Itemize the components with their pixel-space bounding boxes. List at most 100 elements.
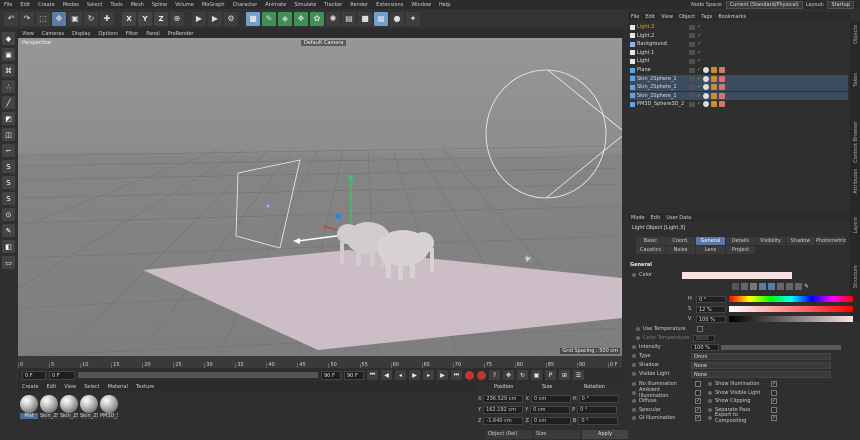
prev-frame-icon[interactable]: ◂ [395,370,406,380]
value-field[interactable]: 100 % [696,315,726,323]
param-key-icon[interactable]: P [545,370,556,380]
viewport[interactable]: ✳ Perspective Default Camera Grid Spacin… [18,38,622,356]
axis-mode-icon[interactable]: ⊙ [2,208,15,221]
lock-workplane-icon[interactable]: ▭ [2,256,15,269]
enabled-check-icon[interactable]: ✓ [697,41,701,47]
menu-modes[interactable]: Modes [59,2,83,8]
checkbox[interactable] [771,406,777,413]
polygons-mode-icon[interactable]: ◩ [2,112,15,125]
tab-project[interactable]: Project [726,246,755,254]
layer-icon[interactable] [689,93,695,99]
enabled-check-icon[interactable]: ✓ [697,84,701,90]
coordinate-system-icon[interactable]: ⊕ [170,11,184,26]
wheel-icon[interactable] [732,283,739,290]
material-menu-texture[interactable]: Texture [132,384,158,390]
side-tab-layers[interactable]: Layers [853,217,859,234]
points-mode-icon[interactable]: ∴ [2,80,15,93]
prev-key-icon[interactable]: ◀ [381,370,392,380]
camera-label[interactable]: Default Camera [301,40,347,46]
checkbox[interactable] [695,389,701,396]
menu-file[interactable]: File [0,2,16,8]
object-row[interactable]: PM3D_Sphere3D_2 ✓ [630,100,848,108]
material-tag-icon[interactable] [703,101,710,108]
menu-volume[interactable]: Volume [171,2,198,8]
checkbox[interactable] [771,389,777,396]
layer-icon[interactable] [689,76,695,82]
material-thumbnail[interactable]: Skin_2Sp [40,395,58,421]
swatch-icon[interactable] [795,283,802,290]
workplane-icon[interactable]: ⌐ [2,144,15,157]
object-menu-object[interactable]: Object [676,14,698,20]
viewport-menu-view[interactable]: View [18,31,38,37]
rotation-p-field[interactable]: 0 ° [577,405,618,414]
color-temperature-field[interactable]: 6500 [693,334,715,342]
apply-button[interactable]: Apply [582,430,628,439]
color-swatch[interactable] [682,271,793,279]
cube-icon[interactable]: ■ [246,11,260,26]
mixer-icon[interactable] [786,283,793,290]
camera-icon[interactable]: ■ [358,11,372,26]
material-menu-create[interactable]: Create [18,384,43,390]
layer-icon[interactable] [689,24,695,30]
phong-tag-icon[interactable] [719,92,726,99]
object-menu-file[interactable]: File [628,14,642,20]
tab-shadow[interactable]: Shadow [786,237,815,245]
field-icon[interactable]: ✺ [326,11,340,26]
node-space-dropdown[interactable]: Current (Standard/Physical) [725,0,803,9]
object-menu-bookmarks[interactable]: Bookmarks [715,14,749,20]
position-z-field[interactable]: -1.640 cm [483,416,524,425]
viewport-label[interactable]: Perspective [22,40,51,46]
spectrum-icon[interactable] [741,283,748,290]
checkbox[interactable]: ✓ [695,398,701,404]
viewport-menu-prorender[interactable]: ProRender [164,31,198,37]
object-name[interactable]: Background [637,41,685,47]
render-view-icon[interactable]: ▶ [192,11,206,26]
object-row[interactable]: Light.3 ✓ [630,23,848,31]
size-x-field[interactable]: 0 cm [530,394,571,403]
object-name[interactable]: Light.3 [637,24,685,30]
y-axis-lock-button[interactable]: Y [138,11,152,26]
object-row[interactable]: Plane ✓ [630,66,848,74]
tab-caustics[interactable]: Caustics [636,246,665,254]
intensity-slider[interactable] [721,344,841,350]
hue-slider[interactable] [729,296,853,302]
object-row[interactable]: Skin_2Sphere_1 ✓ [630,74,848,83]
checkbox[interactable] [695,381,701,387]
enabled-check-icon[interactable]: ✓ [697,50,701,56]
size-y-field[interactable]: 0 cm [530,405,571,414]
object-name[interactable]: Skin_2Sphere_1 [637,84,685,90]
goto-end-icon[interactable]: ⏭ [451,370,462,380]
side-tab-objects[interactable]: Objects [853,25,859,44]
tab-visibility[interactable]: Visibility [756,237,785,245]
timeline-icon[interactable]: ☰ [573,370,584,380]
object-row[interactable]: Light.2 ✓ [630,32,848,40]
texture-tag-icon[interactable] [711,101,718,108]
menu-edit[interactable]: Edit [16,2,34,8]
type-dropdown[interactable]: Omni [691,352,831,360]
enabled-check-icon[interactable]: ✓ [697,33,701,39]
quantize-icon[interactable]: S [2,192,15,205]
attribute-menu-mode[interactable]: Mode [628,215,648,221]
object-menu-tags[interactable]: Tags [698,14,715,20]
menu-mesh[interactable]: Mesh [127,2,148,8]
tab-general[interactable]: General [696,237,725,245]
position-y-field[interactable]: 162.192 cm [483,405,524,414]
menu-help[interactable]: Help [435,2,454,8]
coordinate-mode-dropdown[interactable]: Object (Rel) [486,430,532,439]
phong-tag-icon[interactable] [719,84,726,91]
next-frame-icon[interactable]: ▸ [423,370,434,380]
current-frame-field[interactable]: 0 F [49,370,75,380]
menu-character[interactable]: Character [229,2,262,8]
enabled-check-icon[interactable]: ✓ [697,58,701,64]
rotate-tool-icon[interactable]: ↻ [84,11,98,26]
tab-noise[interactable]: Noise [666,246,695,254]
object-row[interactable]: Skin_2Sphere_1 ✓ [630,91,848,100]
rgb-icon[interactable] [759,283,766,290]
snap-icon[interactable]: S [2,160,15,173]
rotation-key-icon[interactable]: ↻ [517,370,528,380]
phong-tag-icon[interactable] [719,67,726,73]
layer-icon[interactable] [689,84,695,90]
material-thumbnail[interactable]: PM3D_S [100,395,118,421]
scale-tool-icon[interactable]: ▣ [68,11,82,26]
material-menu-view[interactable]: View [60,384,80,390]
